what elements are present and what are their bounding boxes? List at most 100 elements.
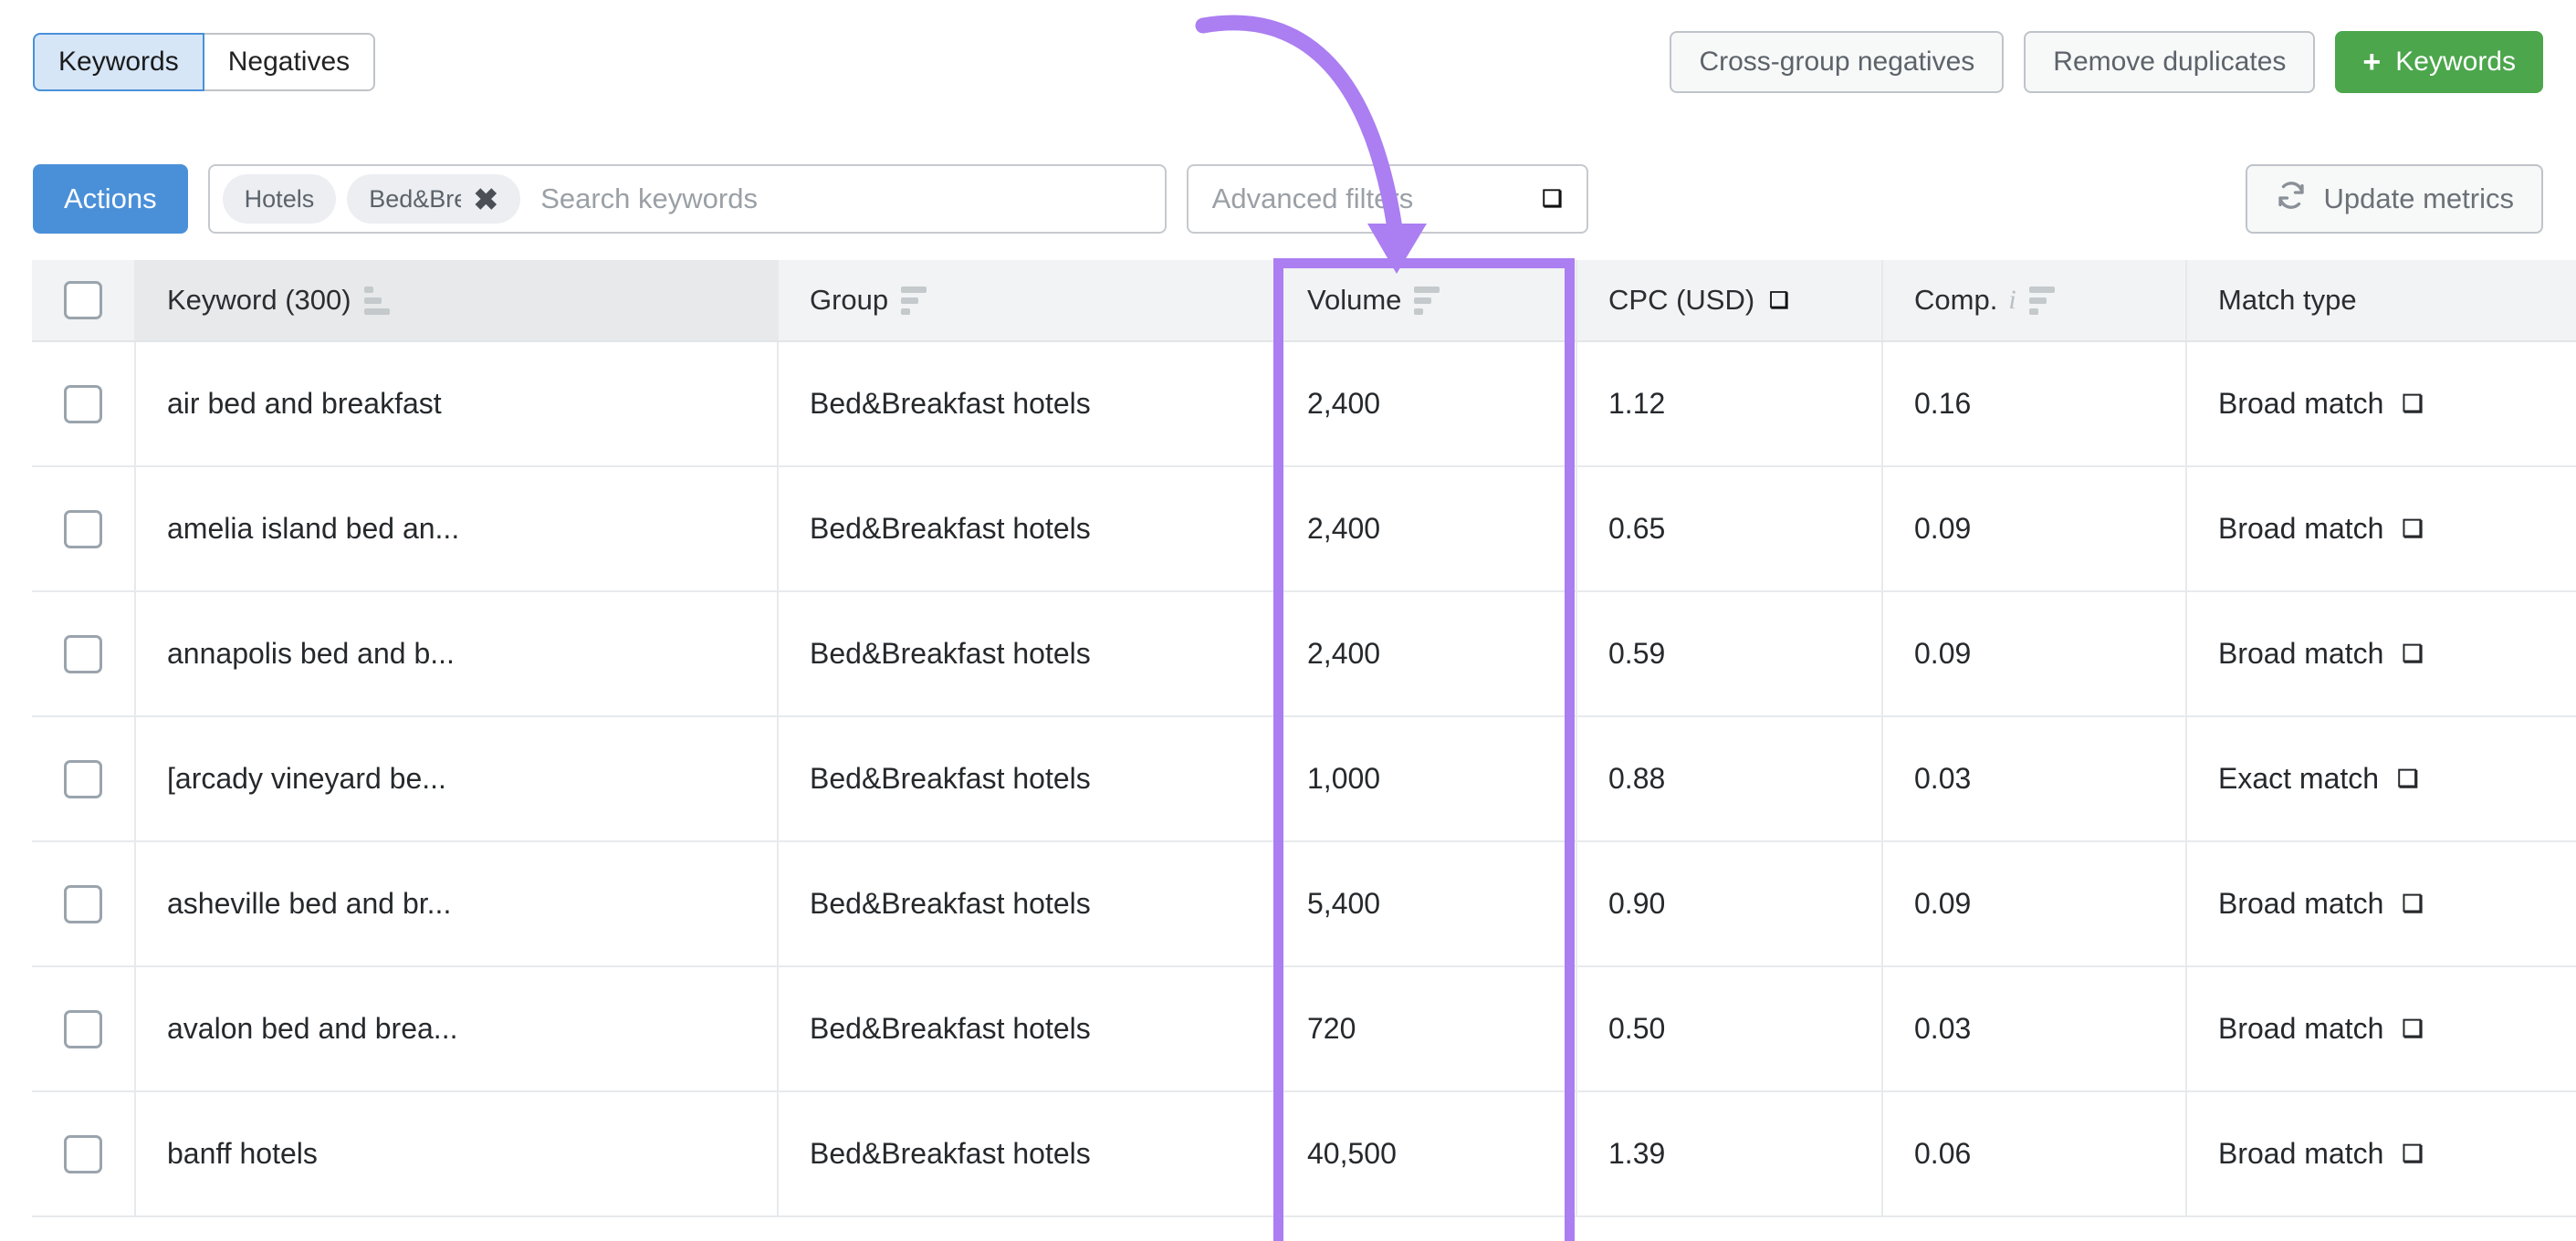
row-checkbox[interactable] (64, 1134, 102, 1173)
update-metrics-button[interactable]: Update metrics (2245, 164, 2543, 234)
cell-group: Bed&Breakfast hotels (777, 717, 1274, 840)
column-header-match-type[interactable]: Match type (2185, 260, 2576, 340)
actions-label: Actions (64, 182, 157, 214)
cell-volume: 40,500 (1274, 1092, 1576, 1215)
plus-icon: + (2362, 45, 2382, 79)
cell-cpc: 1.12 (1576, 342, 1881, 465)
remove-duplicates-button[interactable]: Remove duplicates (2024, 31, 2316, 93)
cell-volume: 2,400 (1274, 342, 1576, 465)
cell-keyword: amelia island bed an... (134, 467, 777, 590)
filter-toolbar: Actions Hotels Bed&Brea ✖ Search keyword… (33, 164, 1588, 234)
match-type-label: Broad match (2218, 387, 2384, 420)
sort-descending-icon[interactable] (901, 286, 927, 315)
advanced-filters-label: Advanced filters (1211, 182, 1414, 214)
table-row[interactable]: annapolis bed and b... Bed&Breakfast hot… (32, 592, 2576, 717)
keyword-text: [arcady vineyard be... (167, 762, 446, 795)
column-header-match-type-label: Match type (2218, 284, 2357, 316)
cell-competition: 0.16 (1881, 342, 2185, 465)
column-header-volume[interactable]: Volume (1274, 260, 1576, 340)
keyword-text: asheville bed and br... (167, 887, 452, 920)
cell-competition: 0.09 (1881, 467, 2185, 590)
tab-keywords-label: Keywords (58, 47, 179, 77)
cell-group: Bed&Breakfast hotels (777, 967, 1274, 1090)
match-type-label: Broad match (2218, 1137, 2384, 1170)
filter-chip-bedbreakfast[interactable]: Bed&Brea ✖ (347, 174, 521, 224)
cell-group: Bed&Breakfast hotels (777, 342, 1274, 465)
column-header-volume-label: Volume (1307, 284, 1402, 316)
table-row[interactable]: banff hotels Bed&Breakfast hotels 40,500… (32, 1092, 2576, 1217)
cell-group: Bed&Breakfast hotels (777, 1092, 1274, 1215)
tab-keywords[interactable]: Keywords (33, 33, 204, 91)
table-row[interactable]: air bed and breakfast Bed&Breakfast hote… (32, 342, 2576, 467)
cell-keyword: avalon bed and brea... (134, 967, 777, 1090)
row-checkbox[interactable] (64, 1009, 102, 1048)
cell-volume: 2,400 (1274, 592, 1576, 715)
row-checkbox[interactable] (64, 509, 102, 548)
cell-keyword: annapolis bed and b... (134, 592, 777, 715)
remove-duplicates-label: Remove duplicates (2053, 47, 2287, 77)
cell-competition: 0.09 (1881, 592, 2185, 715)
cell-match-type[interactable]: Broad match ❏ (2185, 592, 2576, 715)
add-keywords-button[interactable]: + Keywords (2335, 31, 2543, 93)
tab-negatives-label: Negatives (227, 47, 351, 77)
chevron-down-icon[interactable]: ❏ (2397, 765, 2418, 793)
cell-group: Bed&Breakfast hotels (777, 592, 1274, 715)
actions-button[interactable]: Actions (33, 164, 188, 234)
match-type-label: Broad match (2218, 512, 2384, 545)
cell-group: Bed&Breakfast hotels (777, 842, 1274, 965)
cell-match-type[interactable]: Broad match ❏ (2185, 842, 2576, 965)
chevron-down-icon[interactable]: ❏ (2402, 1140, 2423, 1168)
cross-group-negatives-button[interactable]: Cross-group negatives (1670, 31, 2005, 93)
table-row[interactable]: asheville bed and br... Bed&Breakfast ho… (32, 842, 2576, 967)
select-all-checkbox[interactable] (64, 281, 102, 319)
keywords-table: Keyword (300) Group Volume CPC (USD) ❏ C… (32, 260, 2576, 1217)
chevron-down-icon[interactable]: ❏ (2402, 890, 2423, 918)
cell-match-type[interactable]: Exact match ❏ (2185, 717, 2576, 840)
info-icon[interactable]: i (2008, 285, 2016, 316)
row-checkbox[interactable] (64, 384, 102, 423)
keyword-text: air bed and breakfast (167, 387, 442, 420)
sort-ascending-icon[interactable] (363, 286, 390, 315)
chevron-down-icon[interactable]: ❏ (2402, 390, 2423, 418)
search-input[interactable]: Hotels Bed&Brea ✖ Search keywords (207, 164, 1167, 234)
chevron-down-icon[interactable]: ❏ (2402, 515, 2423, 543)
column-header-cpc[interactable]: CPC (USD) ❏ (1576, 260, 1881, 340)
cell-keyword: air bed and breakfast (134, 342, 777, 465)
row-select-cell (32, 842, 134, 965)
cell-keyword: asheville bed and br... (134, 842, 777, 965)
filter-chip-hotels-label: Hotels (244, 184, 315, 213)
row-checkbox[interactable] (64, 884, 102, 923)
chevron-down-icon[interactable]: ❏ (2402, 640, 2423, 668)
row-checkbox[interactable] (64, 634, 102, 673)
column-header-group[interactable]: Group (777, 260, 1274, 340)
column-header-group-label: Group (810, 284, 889, 316)
table-row[interactable]: [arcady vineyard be... Bed&Breakfast hot… (32, 717, 2576, 842)
close-icon[interactable]: ✖ (474, 184, 499, 214)
advanced-filters-dropdown[interactable]: Advanced filters ❏ (1186, 164, 1588, 234)
row-checkbox[interactable] (64, 759, 102, 798)
cell-volume: 5,400 (1274, 842, 1576, 965)
cell-cpc: 0.50 (1576, 967, 1881, 1090)
cell-match-type[interactable]: Broad match ❏ (2185, 342, 2576, 465)
cell-cpc: 0.88 (1576, 717, 1881, 840)
column-header-keyword[interactable]: Keyword (300) (134, 260, 777, 340)
column-header-competition[interactable]: Comp. i (1881, 260, 2185, 340)
filter-chip-hotels[interactable]: Hotels (222, 174, 337, 224)
cell-competition: 0.03 (1881, 717, 2185, 840)
row-select-cell (32, 592, 134, 715)
cell-cpc: 0.90 (1576, 842, 1881, 965)
cell-match-type[interactable]: Broad match ❏ (2185, 467, 2576, 590)
table-row[interactable]: amelia island bed an... Bed&Breakfast ho… (32, 467, 2576, 592)
view-tabs: Keywords Negatives (33, 33, 376, 91)
row-select-cell (32, 1092, 134, 1215)
chevron-down-icon: ❏ (1542, 186, 1563, 212)
table-row[interactable]: avalon bed and brea... Bed&Breakfast hot… (32, 967, 2576, 1092)
cell-match-type[interactable]: Broad match ❏ (2185, 967, 2576, 1090)
sort-descending-icon[interactable] (2028, 286, 2055, 315)
tab-negatives[interactable]: Negatives (204, 33, 376, 91)
cell-match-type[interactable]: Broad match ❏ (2185, 1092, 2576, 1215)
chevron-down-icon[interactable]: ❏ (2402, 1015, 2423, 1043)
chevron-down-icon[interactable]: ❏ (1769, 287, 1789, 314)
sort-descending-icon[interactable] (1414, 286, 1440, 315)
cell-group: Bed&Breakfast hotels (777, 467, 1274, 590)
